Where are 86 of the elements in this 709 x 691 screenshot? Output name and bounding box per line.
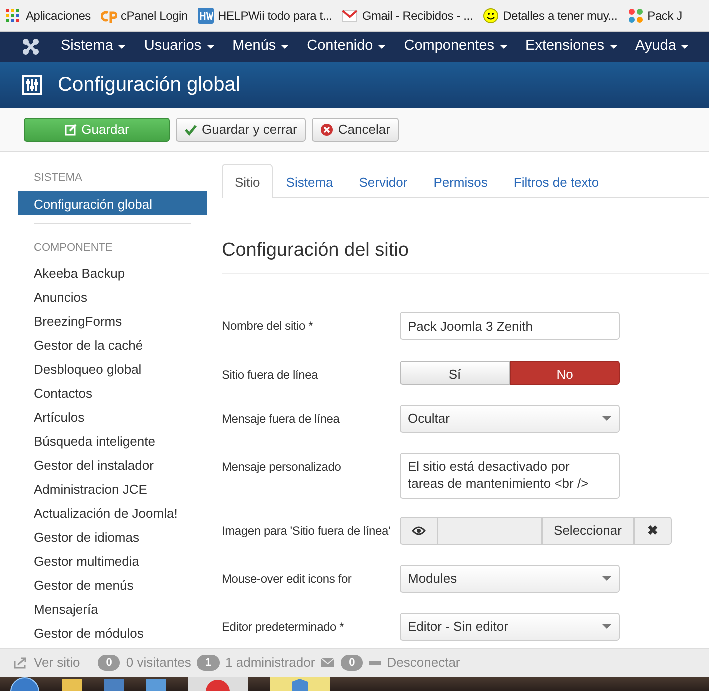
field-label: Sitio fuera de línea — [222, 366, 320, 384]
count-badge: 0 — [98, 654, 120, 672]
field-label: Imagen para 'Sitio fuera de línea' — [222, 522, 392, 540]
sidebar-heading: COMPONENTE — [33, 240, 114, 256]
text-field[interactable]: Pack Joomla 3 Zenith — [400, 312, 620, 340]
status-text: 1 administrador — [226, 654, 316, 672]
menu-item[interactable]: Sistema — [52, 36, 136, 58]
mail-envelope-icon — [342, 8, 358, 24]
textarea-field[interactable]: El sitio está desactivado por tareas de mantenimiento <br /> — [400, 452, 620, 499]
bookmark-link[interactable]: cPanel Login — [120, 6, 188, 24]
tab[interactable]: Permisos — [420, 164, 501, 198]
bookmark-link[interactable]: Gmail - Recibidos - ... — [362, 6, 474, 24]
apps-grid-icon — [6, 8, 22, 24]
sidebar-item[interactable]: Gestor multimedia — [18, 548, 207, 572]
start-orb-icon — [10, 677, 40, 691]
menu-item[interactable]: Usuarios — [135, 36, 224, 58]
menu-item[interactable]: Componentes — [395, 36, 517, 58]
toolbar-button[interactable]: Cancelar — [312, 118, 400, 142]
eye-icon — [412, 526, 426, 536]
field-label: Mouse-over edit icons for — [222, 570, 353, 588]
preview-button[interactable] — [400, 516, 438, 545]
sidebar-item[interactable]: Gestor de idiomas — [18, 524, 207, 548]
sidebar-item[interactable]: Actualización de Joomla! — [18, 500, 207, 524]
menu-item[interactable]: Contenido — [298, 36, 396, 58]
taskbar-app-icon — [104, 679, 124, 691]
sidebar-item[interactable]: Administracion JCE — [18, 476, 207, 500]
sliders-icon — [22, 75, 42, 95]
external-link-icon — [14, 657, 28, 669]
checkmark-icon — [185, 124, 197, 136]
sidebar-item[interactable]: Akeeba Backup — [18, 260, 207, 284]
count-badge: 1 — [197, 654, 220, 672]
sidebar-item[interactable]: Búsqueda inteligente — [18, 428, 207, 452]
bookmark-link[interactable]: Aplicaciones — [26, 6, 91, 24]
joomla-logo-icon — [22, 38, 40, 56]
sidebar-heading: SISTEMA — [33, 171, 84, 186]
section-heading: Configuración del sitio — [222, 240, 709, 274]
dropdown-caret-icon — [602, 624, 612, 630]
taskbar-app-icon — [146, 679, 166, 691]
toggle-option[interactable]: Sí — [400, 360, 510, 385]
field-label: Nombre del sitio * — [222, 318, 314, 335]
select-button[interactable]: Seleccionar — [542, 516, 634, 545]
sidebar-item[interactable]: Gestor del instalador — [18, 452, 207, 476]
taskbar-app-icon — [62, 679, 82, 691]
field-label: Editor predeterminado * — [222, 618, 346, 636]
square-logo-icon — [198, 8, 214, 24]
edit-icon — [64, 124, 77, 136]
bookmark-link[interactable]: Detalles a tener muy... — [503, 6, 618, 24]
sidebar-item[interactable]: Gestor de la caché — [18, 332, 207, 356]
menu-item[interactable]: Ayuda — [626, 36, 698, 58]
menu-item[interactable]: Menús — [224, 36, 298, 58]
sidebar-item[interactable]: Gestor de módulos — [18, 620, 207, 644]
select-field[interactable]: Modules — [400, 564, 620, 593]
sidebar-item[interactable]: Anuncios — [18, 284, 207, 308]
sidebar-item[interactable]: Desbloqueo global — [18, 356, 207, 380]
field-label: Mensaje personalizado — [222, 458, 342, 476]
dropdown-caret-icon — [602, 576, 612, 582]
count-badge: 0 — [341, 654, 364, 672]
tab[interactable]: Sistema — [273, 164, 346, 198]
sidebar-item[interactable]: Mensajería — [18, 596, 207, 620]
clear-button[interactable]: ✖ — [634, 516, 672, 545]
cancel-icon — [321, 124, 334, 136]
tab[interactable]: Sitio — [222, 164, 274, 198]
bookmark-link[interactable]: HELPWii todo para t... — [218, 6, 332, 24]
select-field[interactable]: Ocultar — [400, 404, 620, 433]
shield-icon — [270, 677, 330, 691]
toggle-option[interactable]: No — [510, 360, 620, 385]
page-title: Configuración global — [58, 73, 240, 97]
status-text: 0 visitantes — [126, 654, 192, 672]
envelope-icon — [321, 658, 336, 668]
tab[interactable]: Servidor — [346, 164, 421, 198]
dropdown-caret-icon — [602, 416, 612, 422]
sidebar-item[interactable]: Artículos — [18, 404, 207, 428]
sidebar-item[interactable]: Contactos — [18, 380, 207, 404]
select-field[interactable]: Editor - Sin editor — [400, 612, 620, 641]
smiley-icon — [483, 8, 500, 24]
sidebar-item[interactable]: BreezingForms — [18, 308, 207, 332]
bookmark-link[interactable]: Pack J — [648, 6, 682, 24]
menu-item[interactable]: Extensiones — [516, 36, 627, 58]
sidebar-item[interactable]: Gestor de menús — [18, 572, 207, 596]
field-label: Mensaje fuera de línea — [222, 410, 341, 428]
tab[interactable]: Filtros de texto — [500, 164, 612, 198]
sidebar-item[interactable]: Configuración global — [18, 190, 207, 214]
joomla-logo-icon — [628, 8, 644, 24]
image-path-field[interactable] — [438, 516, 542, 545]
minus-icon — [369, 661, 382, 665]
toolbar-button[interactable]: Guardar y cerrar — [176, 118, 306, 142]
